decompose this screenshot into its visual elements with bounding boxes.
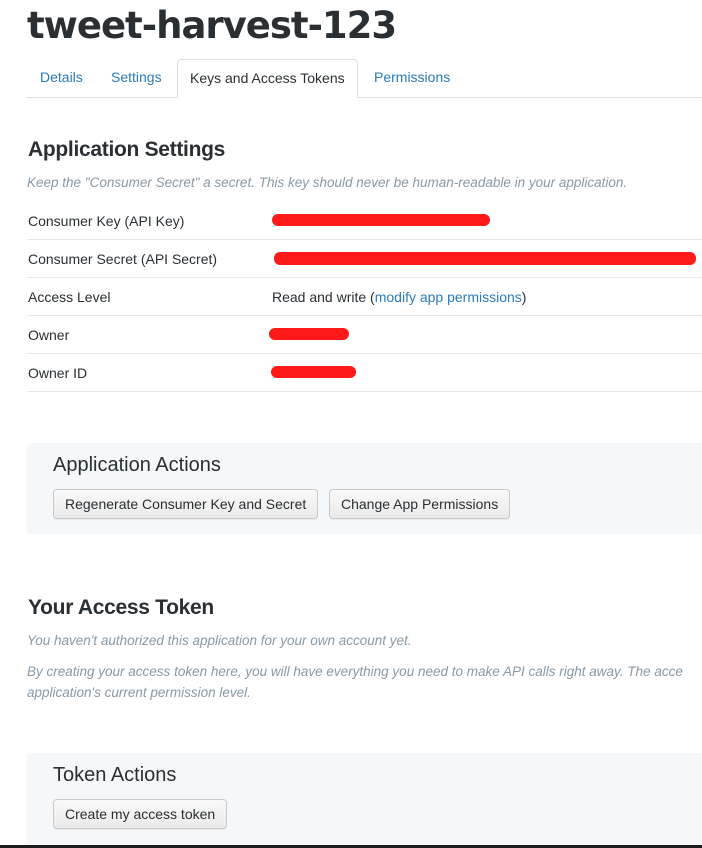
tab-settings[interactable]: Settings: [111, 59, 162, 96]
application-settings-title: Application Settings: [28, 138, 226, 161]
access-level-suffix: ): [521, 289, 527, 305]
access-level-text: Read and write (: [272, 289, 375, 305]
application-settings-table: Consumer Key (API Key) Consumer Secret (…: [27, 202, 702, 392]
tab-details[interactable]: Details: [40, 59, 83, 96]
token-actions-panel: Token Actions Create my access token: [27, 753, 702, 845]
owner-id-label: Owner ID: [28, 365, 88, 381]
consumer-secret-note: Keep the "Consumer Secret" a secret. Thi…: [27, 175, 628, 190]
access-token-note-line1: By creating your access token here, you …: [27, 664, 683, 679]
app-title: tweet-harvest-123: [27, 4, 397, 47]
application-actions-panel: Application Actions Regenerate Consumer …: [27, 443, 702, 534]
settings-row-access-level: Access Level Read and write (modify app …: [27, 278, 702, 316]
create-access-token-button[interactable]: Create my access token: [53, 799, 228, 829]
settings-row-owner-id: Owner ID: [27, 354, 702, 392]
owner-redaction: [269, 328, 349, 340]
tab-keys-and-access-tokens[interactable]: Keys and Access Tokens: [177, 59, 358, 98]
modify-app-permissions-link[interactable]: modify app permissions: [375, 289, 522, 305]
change-app-permissions-button[interactable]: Change App Permissions: [329, 489, 511, 519]
access-token-title: Your Access Token: [28, 596, 214, 619]
consumer-key-label: Consumer Key (API Key): [28, 213, 185, 229]
consumer-key-redaction: [272, 214, 490, 226]
consumer-secret-redaction: [274, 252, 696, 265]
consumer-secret-label: Consumer Secret (API Secret): [28, 251, 218, 267]
tab-permissions[interactable]: Permissions: [374, 59, 450, 96]
tab-bar: Details Settings Keys and Access Tokens …: [27, 59, 702, 98]
owner-label: Owner: [28, 327, 70, 343]
settings-row-owner: Owner: [27, 316, 702, 354]
application-actions-title: Application Actions: [53, 454, 221, 476]
regenerate-consumer-key-button[interactable]: Regenerate Consumer Key and Secret: [53, 489, 319, 519]
not-authorized-note: You haven't authorized this application …: [27, 633, 412, 648]
access-token-note-line2: application's current permission level.: [27, 685, 251, 700]
access-level-value: Read and write (modify app permissions): [272, 289, 526, 305]
token-actions-title: Token Actions: [53, 764, 177, 786]
settings-row-consumer-secret: Consumer Secret (API Secret): [27, 240, 702, 278]
settings-row-consumer-key: Consumer Key (API Key): [27, 202, 702, 240]
access-level-label: Access Level: [28, 289, 111, 305]
owner-id-redaction: [271, 366, 356, 378]
